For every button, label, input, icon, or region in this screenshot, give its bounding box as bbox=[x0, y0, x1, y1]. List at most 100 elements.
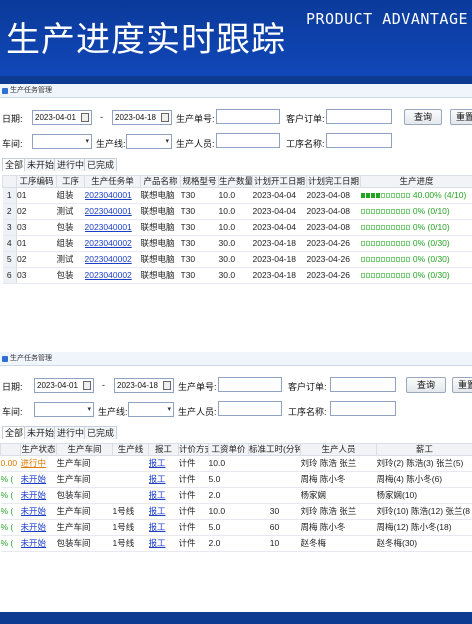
table-row[interactable]: % (未开始 包装车间 1号线 报工 计件 2.0 10 赵冬梅 赵冬梅(30) bbox=[0, 535, 472, 552]
column-header[interactable]: 产品名称 bbox=[140, 175, 181, 188]
line-select[interactable]: ▾ bbox=[128, 402, 174, 417]
task-link[interactable]: 2023040001 bbox=[85, 222, 132, 232]
report-link[interactable]: 报工 bbox=[149, 506, 166, 516]
column-header[interactable]: 工序 bbox=[56, 175, 85, 188]
customer-order-input[interactable] bbox=[330, 377, 396, 392]
tab-in-progress[interactable]: 进行中 bbox=[54, 426, 88, 439]
wage-cell: 杨家娴(10) bbox=[376, 487, 472, 504]
task-link[interactable]: 2023040002 bbox=[85, 254, 132, 264]
progress-segment bbox=[385, 273, 390, 279]
date-from-input[interactable]: 2023-04-01 bbox=[32, 110, 92, 125]
column-header[interactable]: 生产人员 bbox=[300, 443, 377, 456]
progress-segment bbox=[360, 193, 365, 199]
status-link[interactable]: 未开始 bbox=[21, 474, 47, 484]
progress-segment bbox=[365, 273, 370, 279]
panel-title: 生产任务管理 bbox=[10, 87, 52, 94]
date-to-input[interactable]: 2023-04-18 bbox=[114, 378, 174, 393]
tab-in-progress[interactable]: 进行中 bbox=[54, 158, 88, 171]
table-row[interactable]: 0.00 进行中 生产车间 报工 计件 10.0 刘玲 陈浩 张兰 刘玲(2) 陈浩(3) 张… bbox=[0, 455, 472, 472]
progress-segment bbox=[395, 225, 400, 231]
calendar-icon[interactable] bbox=[81, 113, 89, 122]
wage-cell: 刘玲(10) 陈浩(12) 张兰(8 bbox=[376, 503, 472, 520]
process-code-cell: 02 bbox=[16, 203, 57, 220]
tab-not-started[interactable]: 未开始 bbox=[24, 158, 58, 171]
report-link[interactable]: 报工 bbox=[149, 522, 166, 532]
reset-button[interactable]: 重置 bbox=[452, 377, 472, 393]
column-header[interactable]: 生产任务单 bbox=[84, 175, 141, 188]
price-cell: 10.0 bbox=[208, 455, 249, 472]
report-cell: 报工 bbox=[148, 535, 179, 552]
date-from-input[interactable]: 2023-04-01 bbox=[34, 378, 94, 393]
date-to-input[interactable]: 2023-04-18 bbox=[112, 110, 172, 125]
column-header[interactable]: 计价方式 bbox=[178, 443, 209, 456]
calendar-icon[interactable] bbox=[161, 113, 169, 122]
column-header[interactable]: 标准工时(分钟) bbox=[248, 443, 301, 456]
calendar-icon[interactable] bbox=[83, 381, 91, 390]
tab-completed[interactable]: 已完成 bbox=[84, 158, 118, 171]
tab-all[interactable]: 全部 bbox=[2, 158, 27, 171]
table-row[interactable]: % (未开始 生产车间 1号线 报工 计件 5.0 60 周梅 陈小冬 周梅(12) 陈小冬(1… bbox=[0, 519, 472, 536]
workshop-select[interactable]: ▾ bbox=[32, 134, 92, 149]
query-button[interactable]: 查询 bbox=[406, 377, 446, 393]
report-link[interactable]: 报工 bbox=[149, 474, 166, 484]
table-row[interactable]: % (未开始 包装车间 报工 计件 2.0 杨家娴 杨家娴(10) bbox=[0, 487, 472, 504]
reset-button[interactable]: 重置 bbox=[450, 109, 472, 125]
line-select[interactable]: ▾ bbox=[126, 134, 172, 149]
report-link[interactable]: 报工 bbox=[149, 538, 166, 548]
status-link[interactable]: 未开始 bbox=[21, 538, 47, 548]
table-row[interactable]: 4 01 组装 2023040002 联想电脑 T30 30.0 2023-04-18 2023… bbox=[2, 235, 472, 252]
calendar-icon[interactable] bbox=[163, 381, 171, 390]
tab-not-started[interactable]: 未开始 bbox=[24, 426, 58, 439]
task-link[interactable]: 2023040001 bbox=[85, 190, 132, 200]
tab-all[interactable]: 全部 bbox=[2, 426, 27, 439]
column-header[interactable]: 工序编码 bbox=[16, 175, 57, 188]
status-link[interactable]: 未开始 bbox=[21, 506, 47, 516]
std-time-cell bbox=[248, 471, 301, 488]
order-no-input[interactable] bbox=[216, 109, 280, 124]
status-link[interactable]: 进行中 bbox=[21, 458, 47, 468]
table-row[interactable]: 3 03 包装 2023040001 联想电脑 T30 10.0 2023-04-04 2023… bbox=[2, 219, 472, 236]
task-cell: 2023040002 bbox=[84, 267, 141, 284]
column-header[interactable]: 生产线 bbox=[112, 443, 149, 456]
end-date-cell: 2023-04-26 bbox=[306, 267, 361, 284]
column-header[interactable]: 生产车间 bbox=[56, 443, 113, 456]
customer-order-input[interactable] bbox=[326, 109, 392, 124]
process-code-cell: 03 bbox=[16, 267, 57, 284]
column-header[interactable]: 规格型号 bbox=[180, 175, 219, 188]
table-row[interactable]: 1 01 组装 2023040001 联想电脑 T30 10.0 2023-04-04 2023… bbox=[2, 187, 472, 204]
progress-segment bbox=[360, 241, 365, 247]
tab-completed[interactable]: 已完成 bbox=[84, 426, 118, 439]
table-row[interactable]: 5 02 测试 2023040002 联想电脑 T30 30.0 2023-04-18 2023… bbox=[2, 251, 472, 268]
status-link[interactable]: 未开始 bbox=[21, 522, 47, 532]
table-row[interactable]: 6 03 包装 2023040002 联想电脑 T30 30.0 2023-04-18 2023… bbox=[2, 267, 472, 284]
table-row[interactable]: 2 02 测试 2023040001 联想电脑 T30 10.0 2023-04-04 2023… bbox=[2, 203, 472, 220]
staff-input[interactable] bbox=[218, 401, 282, 416]
report-link[interactable]: 报工 bbox=[149, 458, 166, 468]
progress-segment bbox=[405, 225, 410, 231]
column-header[interactable]: 工资单价 bbox=[208, 443, 249, 456]
task-link[interactable]: 2023040001 bbox=[85, 206, 132, 216]
column-header[interactable]: 生产状态 bbox=[20, 443, 57, 456]
column-header[interactable]: 报工 bbox=[148, 443, 179, 456]
table-row[interactable]: % (未开始 生产车间 1号线 报工 计件 10.0 30 刘玲 陈浩 张兰 刘玲(10) 陈浩… bbox=[0, 503, 472, 520]
task-link[interactable]: 2023040002 bbox=[85, 270, 132, 280]
workshop-select[interactable]: ▾ bbox=[34, 402, 94, 417]
staff-label: 生产人员: bbox=[178, 407, 217, 417]
status-link[interactable]: 未开始 bbox=[21, 490, 47, 500]
status-cell: 未开始 bbox=[20, 503, 57, 520]
query-button[interactable]: 查询 bbox=[404, 109, 442, 125]
process-input[interactable] bbox=[330, 401, 396, 416]
order-no-input[interactable] bbox=[218, 377, 282, 392]
column-header[interactable]: 计划完工日期 bbox=[306, 175, 361, 188]
column-header[interactable]: 计划开工日期 bbox=[252, 175, 307, 188]
task-cell: 2023040002 bbox=[84, 251, 141, 268]
process-cell: 测试 bbox=[56, 251, 85, 268]
column-header[interactable]: 生产数量 bbox=[218, 175, 253, 188]
column-header[interactable]: 薪工 bbox=[376, 443, 472, 456]
staff-input[interactable] bbox=[216, 133, 280, 148]
table-row[interactable]: % (未开始 生产车间 报工 计件 5.0 周梅 陈小冬 周梅(4) 陈小冬(6) bbox=[0, 471, 472, 488]
column-header[interactable]: 生产进度 bbox=[360, 175, 472, 188]
report-link[interactable]: 报工 bbox=[149, 490, 166, 500]
task-link[interactable]: 2023040002 bbox=[85, 238, 132, 248]
process-input[interactable] bbox=[326, 133, 392, 148]
